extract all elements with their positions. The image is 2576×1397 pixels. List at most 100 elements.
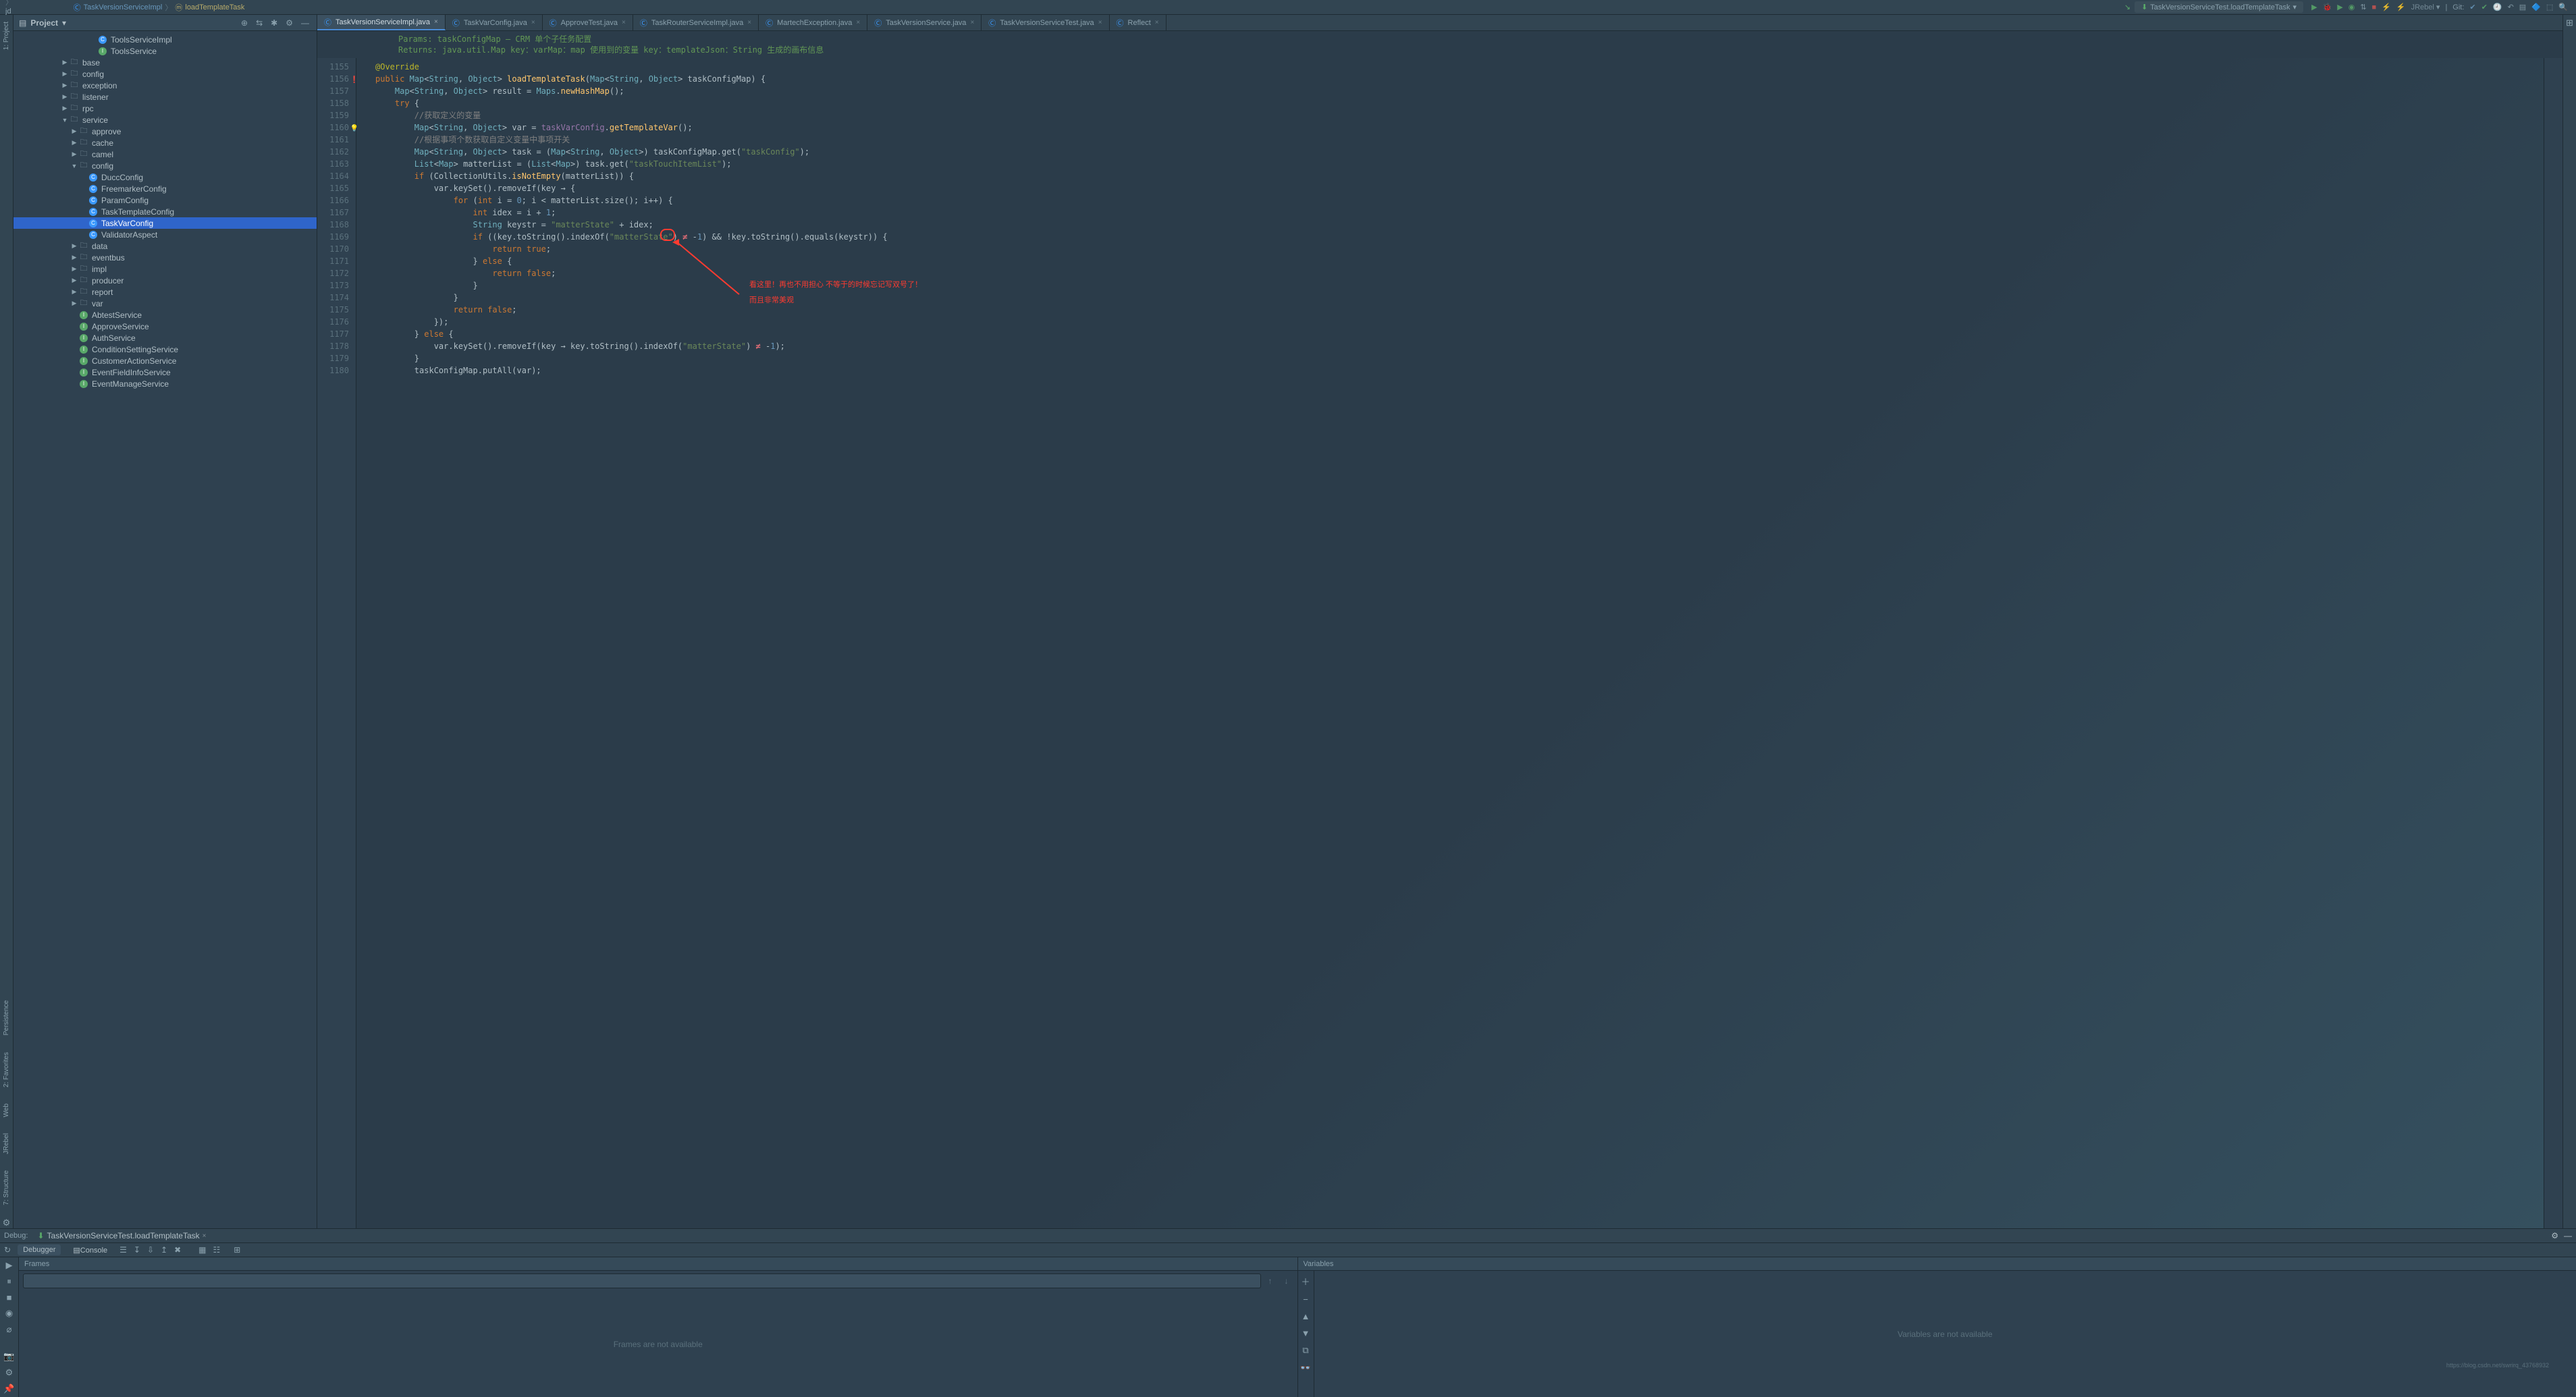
- watches-view-icon[interactable]: 👓: [1300, 1363, 1311, 1373]
- maximize-icon[interactable]: ⬚: [2546, 3, 2553, 11]
- stop-icon[interactable]: ■: [2372, 3, 2377, 11]
- close-icon[interactable]: ×: [856, 19, 860, 26]
- code-line[interactable]: Map<String, Object> task = (Map<String, …: [375, 146, 2544, 158]
- step-into-icon[interactable]: ↧: [134, 1245, 140, 1255]
- editor-tab[interactable]: ⒸTaskRouterServiceImpl.java×: [633, 15, 759, 30]
- tree-file[interactable]: EventManageService: [14, 378, 317, 389]
- editor-tab[interactable]: ⒸMartechException.java×: [759, 15, 867, 30]
- close-icon[interactable]: ×: [622, 19, 626, 26]
- jrebel-toolwindow-tab[interactable]: JRebel: [1, 1129, 11, 1158]
- stop-debug-icon[interactable]: ■: [7, 1292, 12, 1303]
- watch-up-icon[interactable]: ▲: [1302, 1311, 1310, 1321]
- code-line[interactable]: return true;: [375, 243, 2544, 255]
- jrebel-dropdown[interactable]: JRebel ▾: [2411, 3, 2440, 11]
- close-icon[interactable]: ×: [1098, 19, 1102, 26]
- attach-icon[interactable]: ⇅: [2360, 3, 2366, 11]
- tree-folder[interactable]: ▶🗀data: [14, 240, 317, 252]
- tree-folder[interactable]: ▶🗀listener: [14, 91, 317, 103]
- pause-icon[interactable]: ⏸: [7, 1276, 11, 1287]
- web-toolwindow-tab[interactable]: Web: [1, 1099, 11, 1121]
- code-line[interactable]: taskConfigMap.putAll(var);: [375, 364, 2544, 377]
- editor-tab[interactable]: ⒸTaskVersionServiceImpl.java×: [317, 15, 446, 30]
- thread-select[interactable]: [23, 1273, 1261, 1288]
- add-watch-icon[interactable]: ＋: [1301, 1275, 1310, 1288]
- settings-gear-icon[interactable]: ⚙: [284, 18, 295, 28]
- tree-file[interactable]: TaskVarConfig: [14, 217, 317, 229]
- code-line[interactable]: }: [375, 352, 2544, 364]
- copy-watch-icon[interactable]: ⧉: [1302, 1345, 1308, 1356]
- frame-down-icon[interactable]: ↓: [1280, 1276, 1293, 1286]
- code-line[interactable]: try {: [375, 97, 2544, 109]
- coverage-icon[interactable]: ▶: [2337, 3, 2342, 11]
- tree-file[interactable]: ConditionSettingService: [14, 344, 317, 355]
- code-line[interactable]: if (CollectionUtils.isNotEmpty(matterLis…: [375, 170, 2544, 182]
- editor-tab[interactable]: ⒸApproveTest.java×: [543, 15, 633, 30]
- git-update-icon[interactable]: ✔: [2469, 3, 2475, 11]
- restore-layout-icon[interactable]: ⊞: [234, 1245, 240, 1255]
- code-line[interactable]: } else {: [375, 255, 2544, 267]
- console-tab[interactable]: ▤Console: [68, 1244, 113, 1256]
- code-line[interactable]: var.keySet().removeIf(key → key.toString…: [375, 340, 2544, 352]
- hierarchy-icon[interactable]: 🔷: [2531, 3, 2541, 11]
- frame-up-icon[interactable]: ↑: [1264, 1276, 1277, 1286]
- close-icon[interactable]: ×: [970, 19, 974, 26]
- project-tree[interactable]: ToolsServiceImplToolsService▶🗀base▶🗀conf…: [14, 31, 317, 1228]
- editor-tab[interactable]: ⒸReflect×: [1110, 15, 1166, 30]
- editor-tab[interactable]: ⒸTaskVarConfig.java×: [446, 15, 543, 30]
- tree-folder[interactable]: ▶🗀config: [14, 68, 317, 80]
- tree-file[interactable]: ParamConfig: [14, 194, 317, 206]
- threads-view-icon[interactable]: ☷: [213, 1245, 221, 1255]
- remove-watch-icon[interactable]: −: [1303, 1294, 1308, 1305]
- code-line[interactable]: List<Map> matterList = (List<Map>) task.…: [375, 158, 2544, 170]
- drop-frame-icon[interactable]: ✖: [174, 1245, 181, 1255]
- mute-breakpoints-icon[interactable]: ⌀: [7, 1324, 12, 1335]
- code-line[interactable]: });: [375, 316, 2544, 328]
- breadcrumb-item[interactable]: jd: [4, 7, 72, 16]
- frames-view-icon[interactable]: ▦: [198, 1245, 206, 1255]
- editor-minimap[interactable]: [2544, 58, 2562, 1228]
- tree-folder[interactable]: ▶🗀producer: [14, 275, 317, 286]
- tree-folder[interactable]: ▶🗀var: [14, 298, 317, 309]
- tree-folder[interactable]: ▶🗀rpc: [14, 103, 317, 114]
- structure-toolwindow-tab[interactable]: 7: Structure: [1, 1166, 11, 1209]
- tree-folder[interactable]: ▶🗀camel: [14, 148, 317, 160]
- code-line[interactable]: }: [375, 279, 2544, 292]
- tree-folder[interactable]: ▶🗀eventbus: [14, 252, 317, 263]
- jrebel-run-icon[interactable]: ⚡: [2382, 3, 2391, 11]
- step-over-icon[interactable]: ☰: [119, 1245, 127, 1255]
- tree-file[interactable]: FreemarkerConfig: [14, 183, 317, 194]
- close-icon[interactable]: ×: [747, 19, 751, 26]
- search-icon[interactable]: ▤: [2519, 3, 2526, 11]
- tree-folder[interactable]: ▶🗀exception: [14, 80, 317, 91]
- tree-file[interactable]: ToolsService: [14, 45, 317, 57]
- code-line[interactable]: var.keySet().removeIf(key → {: [375, 182, 2544, 194]
- code-line[interactable]: } else {: [375, 328, 2544, 340]
- build-hammer-icon[interactable]: ↘: [2124, 3, 2130, 11]
- select-opened-file-icon[interactable]: ⊕: [239, 18, 250, 28]
- breadcrumb-class[interactable]: ⒸTaskVersionServiceImpl: [72, 2, 164, 13]
- collapse-icon[interactable]: ✱: [269, 18, 279, 28]
- jrebel-debug-icon[interactable]: ⚡: [2396, 3, 2406, 11]
- step-out-icon[interactable]: ↥: [161, 1245, 167, 1255]
- code-line[interactable]: //根据事项个数获取自定义变量中事项开关: [375, 134, 2544, 146]
- resume-icon[interactable]: ▶: [6, 1260, 13, 1271]
- tree-folder[interactable]: ▶🗀approve: [14, 126, 317, 137]
- git-revert-icon[interactable]: ↶: [2508, 3, 2514, 11]
- view-breakpoints-icon[interactable]: ◉: [5, 1308, 13, 1319]
- tree-folder[interactable]: ▼🗀service: [14, 114, 317, 126]
- code-line[interactable]: return false;: [375, 267, 2544, 279]
- gutter[interactable]: 11551156❗1157115811591160💡11611162116311…: [317, 58, 356, 1228]
- camera-icon[interactable]: 📷: [3, 1351, 14, 1362]
- tree-file[interactable]: DuccConfig: [14, 171, 317, 183]
- editor-tab[interactable]: ⒸTaskVersionServiceTest.java×: [982, 15, 1109, 30]
- debugger-tab[interactable]: Debugger: [18, 1244, 61, 1255]
- tree-file[interactable]: AbtestService: [14, 309, 317, 321]
- code-line[interactable]: @Override: [375, 61, 2544, 73]
- code-line[interactable]: return false;: [375, 304, 2544, 316]
- search-everywhere-icon[interactable]: 🔍: [2558, 3, 2568, 11]
- tree-folder[interactable]: ▶🗀cache: [14, 137, 317, 148]
- debug-hide-icon[interactable]: —: [2564, 1231, 2572, 1240]
- debug-icon[interactable]: 🐞: [2323, 3, 2332, 11]
- editor[interactable]: 11551156❗1157115811591160💡11611162116311…: [317, 58, 2562, 1228]
- editor-tab[interactable]: ⒸTaskVersionService.java×: [867, 15, 982, 30]
